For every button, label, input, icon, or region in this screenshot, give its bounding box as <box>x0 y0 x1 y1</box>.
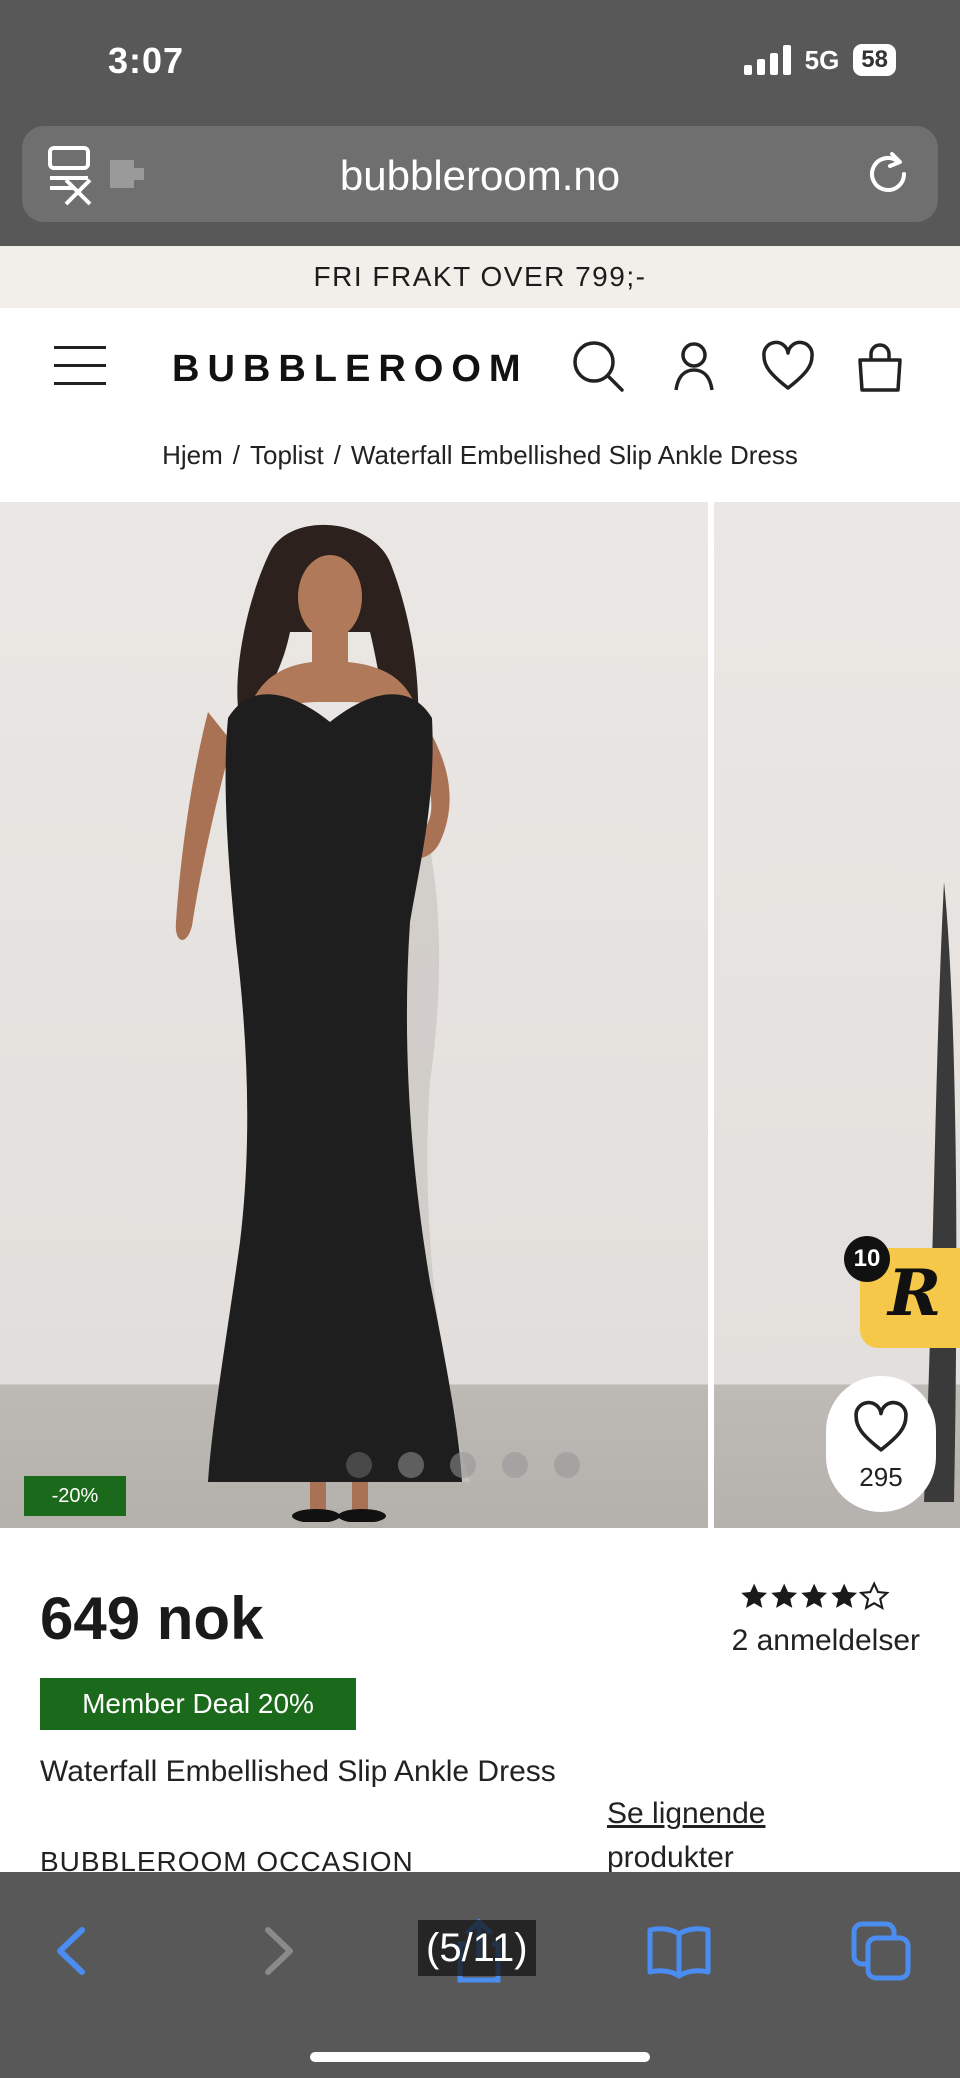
search-icon[interactable] <box>570 338 626 394</box>
url-text[interactable]: bubbleroom.no <box>22 152 938 200</box>
brand-logo[interactable]: BUBBLEROOM <box>172 348 529 391</box>
breadcrumb: Hjem / Toplist / Waterfall Embellished Slip … <box>0 440 960 471</box>
product-gallery[interactable]: -20% R 10 295 <box>0 502 960 1528</box>
promo-banner: FRI FRAKT OVER 799;- <box>0 246 960 308</box>
back-icon[interactable] <box>36 1916 106 1986</box>
gallery-dots[interactable] <box>346 1452 580 1478</box>
page-counter: (5/11) <box>418 1920 536 1976</box>
status-indicators: 5G 58 <box>743 44 896 76</box>
breadcrumb-separator: / <box>232 440 240 470</box>
forward-icon[interactable] <box>244 1916 314 1986</box>
heart-icon[interactable] <box>760 338 816 394</box>
gallery-dot[interactable] <box>502 1452 528 1478</box>
product-name: Waterfall Embellished Slip Ankle Dress <box>40 1755 556 1788</box>
next-product-image[interactable] <box>714 502 960 1528</box>
bag-icon[interactable] <box>852 338 908 394</box>
discount-badge: -20% <box>24 1476 126 1516</box>
gallery-dot[interactable] <box>398 1452 424 1478</box>
gallery-dot[interactable] <box>554 1452 580 1478</box>
gallery-dot[interactable] <box>450 1452 476 1478</box>
status-time: 3:07 <box>108 40 185 81</box>
browser-toolbar: (5/11) <box>0 1872 960 2078</box>
gallery-dot[interactable] <box>346 1452 372 1478</box>
loyalty-count: 10 <box>844 1236 890 1282</box>
review-count-link[interactable]: 2 anmeldelser <box>732 1624 920 1658</box>
similar-products-link[interactable]: Se lignende produkter <box>607 1792 807 1880</box>
product-image[interactable]: -20% <box>0 502 708 1528</box>
browser-chrome-top: 3:07 5G 58 bubbleroom.no <box>0 0 960 246</box>
bookmarks-icon[interactable] <box>644 1916 714 1986</box>
favorite-button[interactable]: 295 <box>826 1376 936 1512</box>
breadcrumb-separator: / <box>333 440 341 470</box>
breadcrumb-current: Waterfall Embellished Slip Ankle Dress <box>350 440 798 470</box>
menu-icon[interactable] <box>54 346 106 388</box>
reload-icon[interactable] <box>860 146 916 202</box>
similar-products-line2[interactable]: produkter <box>607 1841 734 1874</box>
breadcrumb-toplist[interactable]: Toplist <box>250 440 324 470</box>
product-price: 649 nok <box>40 1585 264 1652</box>
home-indicator[interactable] <box>310 2052 650 2062</box>
rating-stars[interactable] <box>740 1580 890 1614</box>
tabs-icon[interactable] <box>846 1916 916 1986</box>
account-icon[interactable] <box>666 338 722 394</box>
model-photo <box>175 524 470 1522</box>
breadcrumb-home[interactable]: Hjem <box>162 440 223 470</box>
heart-icon <box>854 1400 908 1452</box>
favorite-count: 295 <box>859 1462 903 1492</box>
similar-products-line1[interactable]: Se lignende <box>607 1797 765 1830</box>
star-rating-icon <box>741 1581 890 1611</box>
member-deal-badge: Member Deal 20% <box>40 1678 356 1730</box>
signal-icon <box>743 45 791 75</box>
site-header: BUBBLEROOM <box>0 308 960 428</box>
loyalty-logo: R <box>888 1256 942 1331</box>
address-bar[interactable]: bubbleroom.no <box>22 126 938 222</box>
battery-icon: 58 <box>853 44 896 76</box>
network-type: 5G <box>804 44 840 75</box>
